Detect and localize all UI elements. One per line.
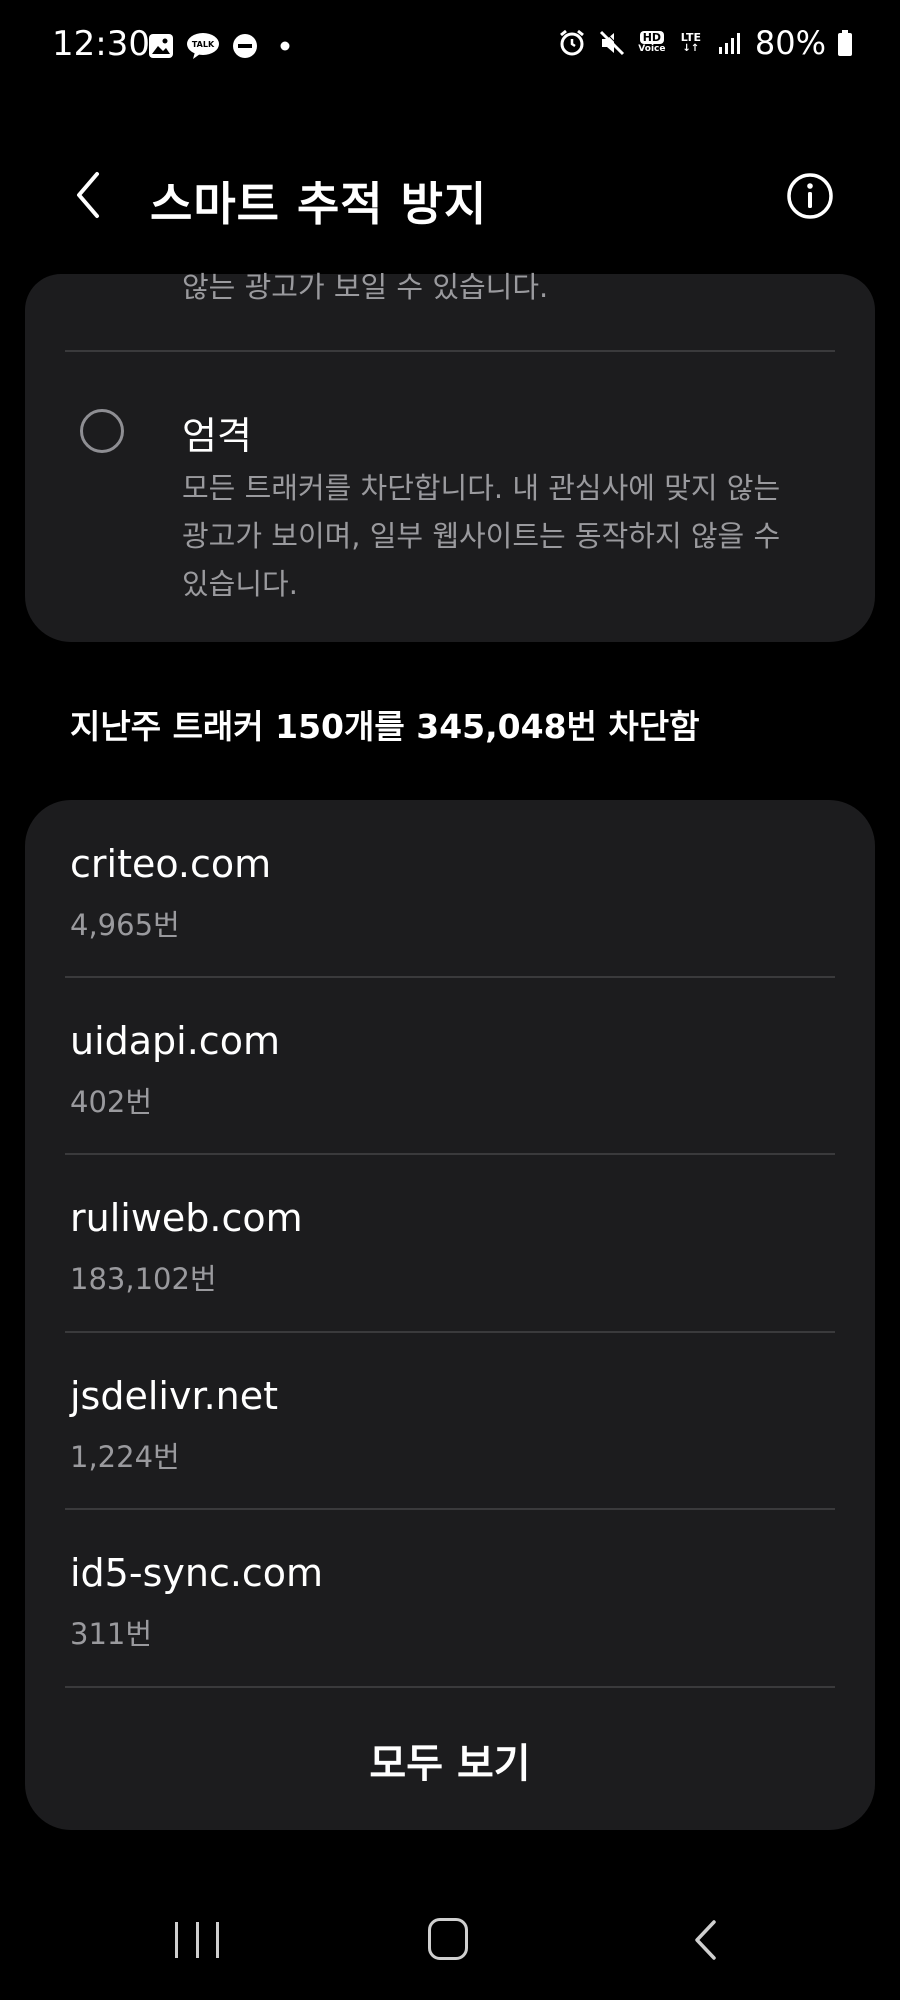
tracker-count: 1,224번 — [70, 1440, 180, 1474]
strict-option-title[interactable]: 엄격 — [182, 405, 252, 460]
tracker-row[interactable]: criteo.com 4,965번 — [70, 842, 830, 1012]
divider — [65, 1153, 835, 1155]
recent-apps-icon — [195, 1922, 199, 1958]
image-icon — [146, 31, 176, 61]
recent-apps-icon — [175, 1922, 178, 1958]
tracker-row[interactable]: id5-sync.com 311번 — [70, 1551, 830, 1721]
lte-label: LTE — [680, 31, 701, 44]
tracker-row[interactable]: jsdelivr.net 1,224번 — [70, 1374, 830, 1544]
divider — [65, 976, 835, 978]
status-right-icons: HD Voice LTE ↓↑ 80% — [557, 24, 854, 62]
tracker-row[interactable]: uidapi.com 402번 — [70, 1019, 830, 1189]
view-all-button[interactable]: 모두 보기 — [25, 1710, 875, 1810]
tracker-count: 183,102번 — [70, 1262, 217, 1296]
divider — [65, 1508, 835, 1510]
tracker-count: 311번 — [70, 1617, 153, 1651]
alarm-icon — [557, 28, 587, 58]
voice-label: Voice — [638, 44, 666, 54]
home-button[interactable] — [428, 1918, 468, 1960]
dot-icon — [270, 31, 300, 61]
status-left-icons: TALK — [146, 31, 300, 61]
divider — [65, 1686, 835, 1688]
info-button[interactable] — [780, 166, 840, 226]
back-button[interactable] — [58, 165, 118, 225]
talk-label: TALK — [192, 40, 215, 49]
hd-voice-icon: HD Voice — [637, 28, 667, 58]
mute-icon — [597, 28, 627, 58]
recent-apps-button[interactable] — [175, 1918, 219, 1962]
chevron-left-icon — [77, 172, 99, 218]
tracker-domain: jsdelivr.net — [70, 1374, 279, 1418]
kakaotalk-icon: TALK — [186, 31, 220, 61]
status-time: 12:30 — [52, 24, 150, 64]
do-not-disturb-icon — [230, 31, 260, 61]
divider — [65, 350, 835, 352]
divider — [65, 1331, 835, 1333]
blocked-summary: 지난주 트래커 150개를 345,048번 차단함 — [70, 707, 700, 746]
previous-option-description-tail: 않는 광고가 보일 수 있습니다. — [182, 270, 549, 304]
page-title: 스마트 추적 방지 — [150, 177, 488, 231]
lte-arrows: ↓↑ — [682, 43, 700, 54]
hd-label: HD — [639, 31, 665, 44]
tracker-domain: id5-sync.com — [70, 1551, 324, 1595]
strict-radio-button[interactable] — [80, 409, 124, 453]
tracker-count: 402번 — [70, 1085, 153, 1119]
strict-option-description: 모든 트래커를 차단합니다. 내 관심사에 맞지 않는 광고가 보이며, 일부 … — [182, 471, 781, 601]
nav-back-button[interactable] — [680, 1915, 730, 1965]
battery-percent: 80% — [754, 24, 826, 62]
tracker-domain: uidapi.com — [70, 1019, 280, 1063]
tracker-domain: ruliweb.com — [70, 1196, 303, 1240]
tracker-domain: criteo.com — [70, 842, 272, 886]
lte-icon: LTE ↓↑ — [677, 28, 705, 58]
back-chevron-icon — [695, 1920, 716, 1960]
signal-icon — [715, 28, 745, 58]
recent-apps-icon — [216, 1922, 219, 1958]
tracker-row[interactable]: ruliweb.com 183,102번 — [70, 1196, 830, 1366]
battery-icon — [836, 28, 854, 58]
tracker-count: 4,965번 — [70, 908, 180, 942]
info-icon — [787, 173, 833, 219]
